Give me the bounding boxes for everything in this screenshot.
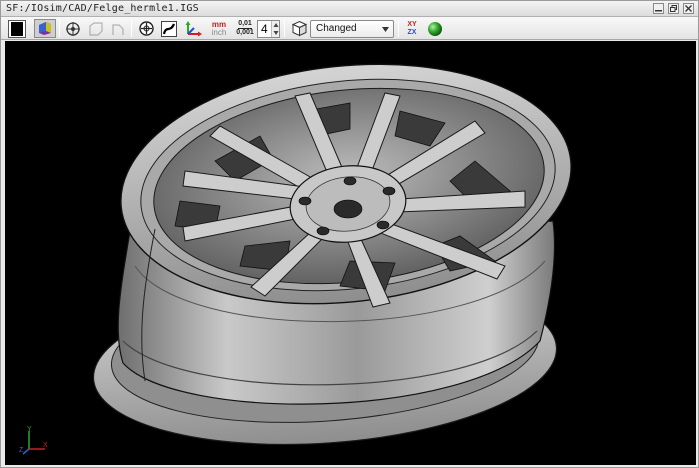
solid-model-icon (39, 22, 51, 35)
cube-icon (291, 20, 307, 37)
view-cube-button[interactable] (289, 19, 309, 38)
minimize-icon (655, 10, 662, 12)
fullscreen-button[interactable] (7, 19, 27, 38)
contour-draw-icon (161, 20, 177, 37)
toolbar: mm inch 0,01 0,001 4 Changed XY ZX (1, 17, 698, 40)
crosshair-target-icon (66, 21, 80, 36)
decimal-places-spinbox[interactable]: 4 (257, 20, 280, 38)
spin-arrows-icon (273, 23, 279, 35)
toolbar-separator (131, 20, 132, 37)
cad-viewer-window: SF:/IOsim/CAD/Felge_hermle1.IGS mm inch … (0, 0, 699, 468)
zoom-fit-button[interactable] (136, 19, 156, 38)
precision-button[interactable]: 0,01 0,001 (234, 19, 256, 38)
3d-viewport[interactable]: Y X Z (5, 41, 696, 465)
axis-z-label: Z (19, 447, 24, 454)
screen-layout-icon (8, 19, 26, 38)
axis-x-label: X (43, 442, 48, 449)
shaded-view-button[interactable] (34, 19, 56, 38)
precision-coarse-label: 0,01 (238, 20, 252, 27)
zoom-target-icon (138, 21, 154, 36)
coordinate-system-button[interactable] (183, 19, 203, 38)
select-face-button[interactable] (87, 19, 105, 38)
axis-y-label: Y (27, 426, 32, 433)
unit-toggle-button[interactable]: mm inch (207, 19, 231, 38)
window-title: SF:/IOsim/CAD/Felge_hermle1.IGS (6, 3, 199, 14)
spin-arrows[interactable] (271, 21, 279, 37)
decimal-places-value: 4 (261, 22, 268, 36)
window-controls (653, 3, 694, 14)
toolbar-separator (398, 20, 399, 37)
wheel-rim-model (92, 63, 572, 446)
green-ball-icon (428, 21, 442, 36)
toolbar-separator (284, 20, 285, 37)
close-button[interactable] (683, 3, 694, 14)
unit-inch-label: inch (211, 27, 227, 37)
face-select-icon (89, 21, 103, 36)
toolbar-separator (59, 20, 60, 37)
select-edge-button[interactable] (109, 19, 127, 38)
restore-button[interactable] (668, 3, 679, 14)
axis-triad: Y X Z (19, 426, 48, 455)
center-view-button[interactable] (63, 19, 83, 38)
edge-select-icon (112, 23, 124, 35)
plane-swap-button[interactable]: XY ZX (402, 19, 422, 38)
close-icon (685, 5, 692, 12)
title-bar: SF:/IOsim/CAD/Felge_hermle1.IGS (1, 1, 698, 17)
axes-icon (185, 20, 202, 36)
restore-icon (670, 5, 677, 12)
minimize-button[interactable] (653, 3, 664, 14)
plane-top-label: XY (407, 20, 417, 28)
display-mode-value: Changed (316, 23, 357, 34)
plane-bottom-label: ZX (407, 28, 417, 36)
precision-fine-label: 0,001 (236, 29, 254, 36)
chevron-down-icon (382, 27, 389, 32)
display-mode-select[interactable]: Changed (310, 20, 394, 38)
contour-button[interactable] (159, 19, 179, 38)
status-indicator[interactable] (425, 19, 445, 38)
